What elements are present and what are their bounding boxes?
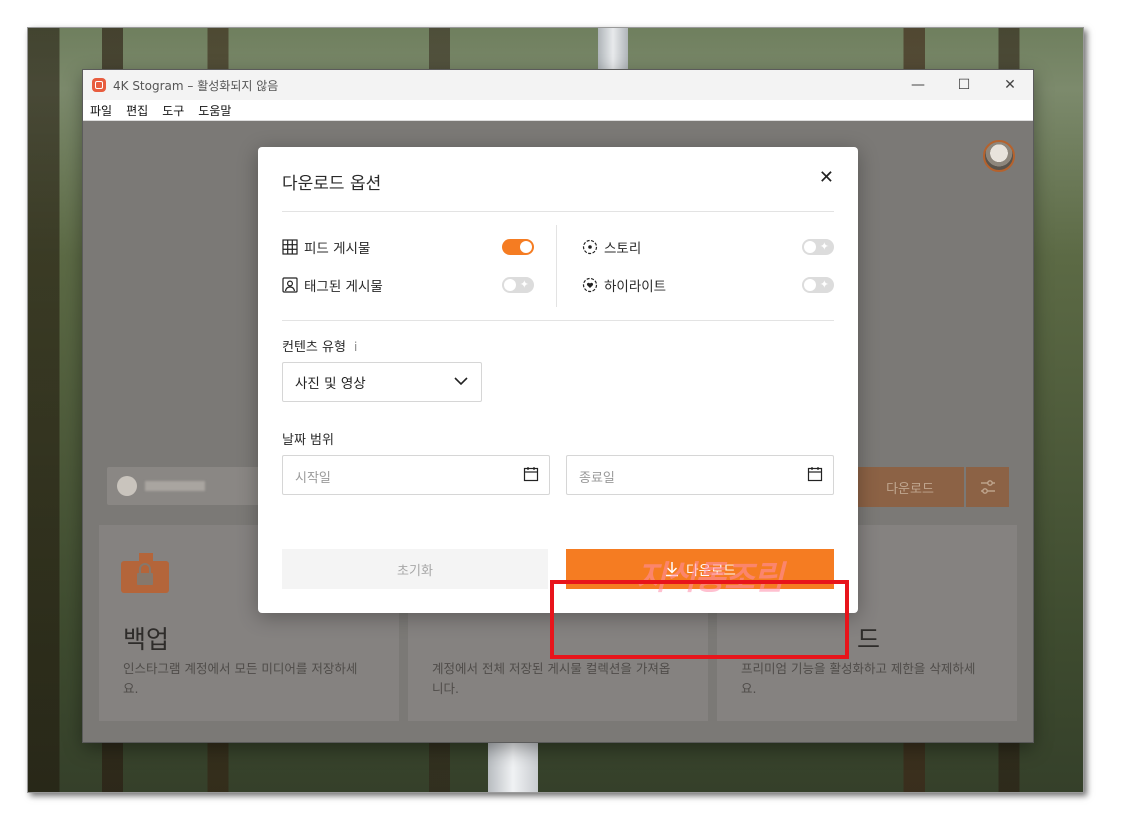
menu-edit[interactable]: 편집 [119,102,155,119]
date-range-label: 날짜 범위 [282,433,334,448]
window-title: 4K Stogram – 활성화되지 않음 [113,78,279,93]
feed-posts-toggle[interactable] [502,239,534,255]
user-avatar [117,476,137,496]
chevron-down-icon [454,377,468,386]
close-window-button[interactable]: ✕ [987,70,1033,100]
title-bar: 4K Stogram – 활성화되지 않음 — ☐ ✕ [83,70,1033,100]
app-logo-icon [92,78,106,92]
minimize-button[interactable]: — [895,70,941,100]
menu-bar: 파일 편집 도구 도움말 [83,100,1033,121]
divider [282,211,834,212]
option-label: 피드 게시물 [304,241,371,257]
content-type-value: 사진 및 영상 [295,376,366,392]
card-description: 인스타그램 계정에서 모든 미디어를 저장하세요. [123,661,358,696]
content-type-select[interactable]: 사진 및 영상 [282,362,482,402]
option-highlights: 하이라이트 [582,274,666,296]
option-label: 스토리 [604,241,642,257]
maximize-button[interactable]: ☐ [941,70,987,100]
stories-toggle[interactable]: ✦ [802,239,834,255]
sliders-icon [980,480,995,494]
end-date-field[interactable]: 종료일 [566,455,834,495]
highlights-toggle[interactable]: ✦ [802,277,834,293]
option-label: 태그된 게시물 [304,279,383,295]
highlight-heart-icon [582,277,598,293]
reset-button[interactable]: 초기화 [282,549,548,589]
option-stories: 스토리 [582,236,641,258]
menu-help[interactable]: 도움말 [191,102,238,119]
desktop-background: 4K Stogram – 활성화되지 않음 — ☐ ✕ 파일 편집 도구 도움말 [28,28,1083,792]
end-date-placeholder: 종료일 [579,471,615,486]
story-circle-icon [582,239,598,255]
option-feed-posts: 피드 게시물 [282,236,370,258]
dialog-title: 다운로드 옵션 [282,174,382,194]
tagged-person-icon [282,277,298,293]
card-description: 프리미엄 기능을 활성화하고 제한을 삭제하세요. [741,661,976,696]
option-tagged-posts: 태그된 게시물 [282,274,383,296]
start-date-placeholder: 시작일 [295,471,331,486]
info-icon[interactable]: i [354,340,357,354]
backup-icon [121,553,169,593]
card-description: 계정에서 전체 저장된 게시물 컬렉션을 가져옵니다. [432,661,671,696]
tagged-posts-toggle[interactable]: ✦ [502,277,534,293]
start-date-field[interactable]: 시작일 [282,455,550,495]
content-type-text: 컨텐츠 유형 [282,340,346,355]
card-title: 백업 [123,625,170,654]
annotation-highlight-box [550,580,849,659]
waterfall-top [598,28,628,73]
dialog-close-button[interactable]: ✕ [819,167,834,188]
options-divider [556,225,557,307]
grid-icon [282,239,298,255]
menu-file[interactable]: 파일 [83,102,119,119]
card-title: 드 [857,625,881,654]
download-settings-button[interactable] [966,467,1009,507]
account-avatar[interactable] [983,140,1015,172]
download-options-dialog: 다운로드 옵션 ✕ 피드 게시물 태그된 게시물 ✦ 스토리 ✦ 하이라이트 ✦… [258,147,858,613]
calendar-icon[interactable] [807,466,823,482]
background-download-button[interactable]: 다운로드 [856,467,964,507]
screenshot-frame: 4K Stogram – 활성화되지 않음 — ☐ ✕ 파일 편집 도구 도움말 [27,27,1084,793]
calendar-icon[interactable] [523,466,539,482]
option-label: 하이라이트 [604,279,667,295]
window-controls: — ☐ ✕ [895,70,1033,100]
blurred-username [145,481,205,491]
content-type-label: 컨텐츠 유형 i [282,336,357,355]
divider [282,320,834,321]
menu-tools[interactable]: 도구 [155,102,191,119]
